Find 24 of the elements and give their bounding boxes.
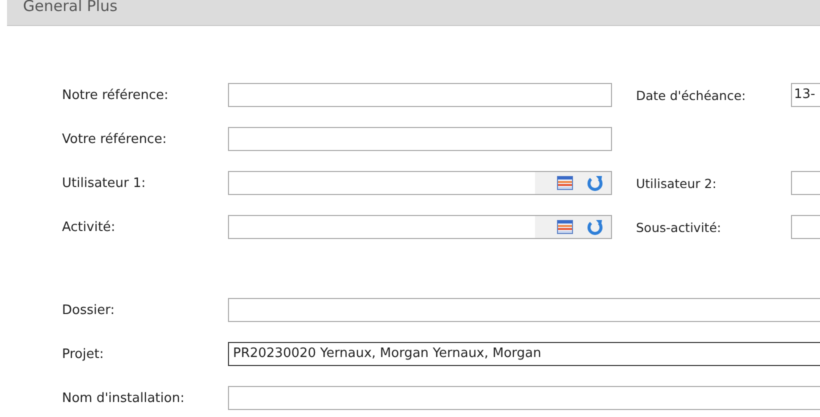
input-field[interactable] <box>791 215 820 239</box>
input-field[interactable] <box>228 298 820 322</box>
input-field[interactable] <box>228 127 612 151</box>
field-label: Notre référence: <box>62 88 170 102</box>
lookup-field[interactable] <box>228 215 612 239</box>
calendar-icon[interactable] <box>557 220 573 234</box>
field-label: Sous-activité: <box>636 220 722 234</box>
lookup-field[interactable] <box>228 171 612 195</box>
field-label: Nom d'installation: <box>62 390 186 406</box>
field-label: Utilisateur 1: <box>62 176 147 190</box>
field-label: Utilisateur 2: <box>636 176 718 190</box>
input-field[interactable]: PR20230020 Yernaux, Morgan Yernaux, Morgan <box>228 342 820 366</box>
input-field[interactable] <box>791 171 820 195</box>
field-label: Votre référence: <box>62 132 168 146</box>
input-field[interactable] <box>228 386 820 410</box>
field-label: Date d'échéance: <box>636 88 747 102</box>
input-field[interactable]: 13- <box>791 83 820 107</box>
refresh-icon[interactable] <box>587 219 603 235</box>
input-field[interactable] <box>228 83 612 107</box>
calendar-icon[interactable] <box>557 176 573 190</box>
field-label: Projet: <box>62 346 105 362</box>
field-label: Activité: <box>62 220 116 234</box>
refresh-icon[interactable] <box>587 175 603 191</box>
field-label: Dossier: <box>62 302 116 318</box>
